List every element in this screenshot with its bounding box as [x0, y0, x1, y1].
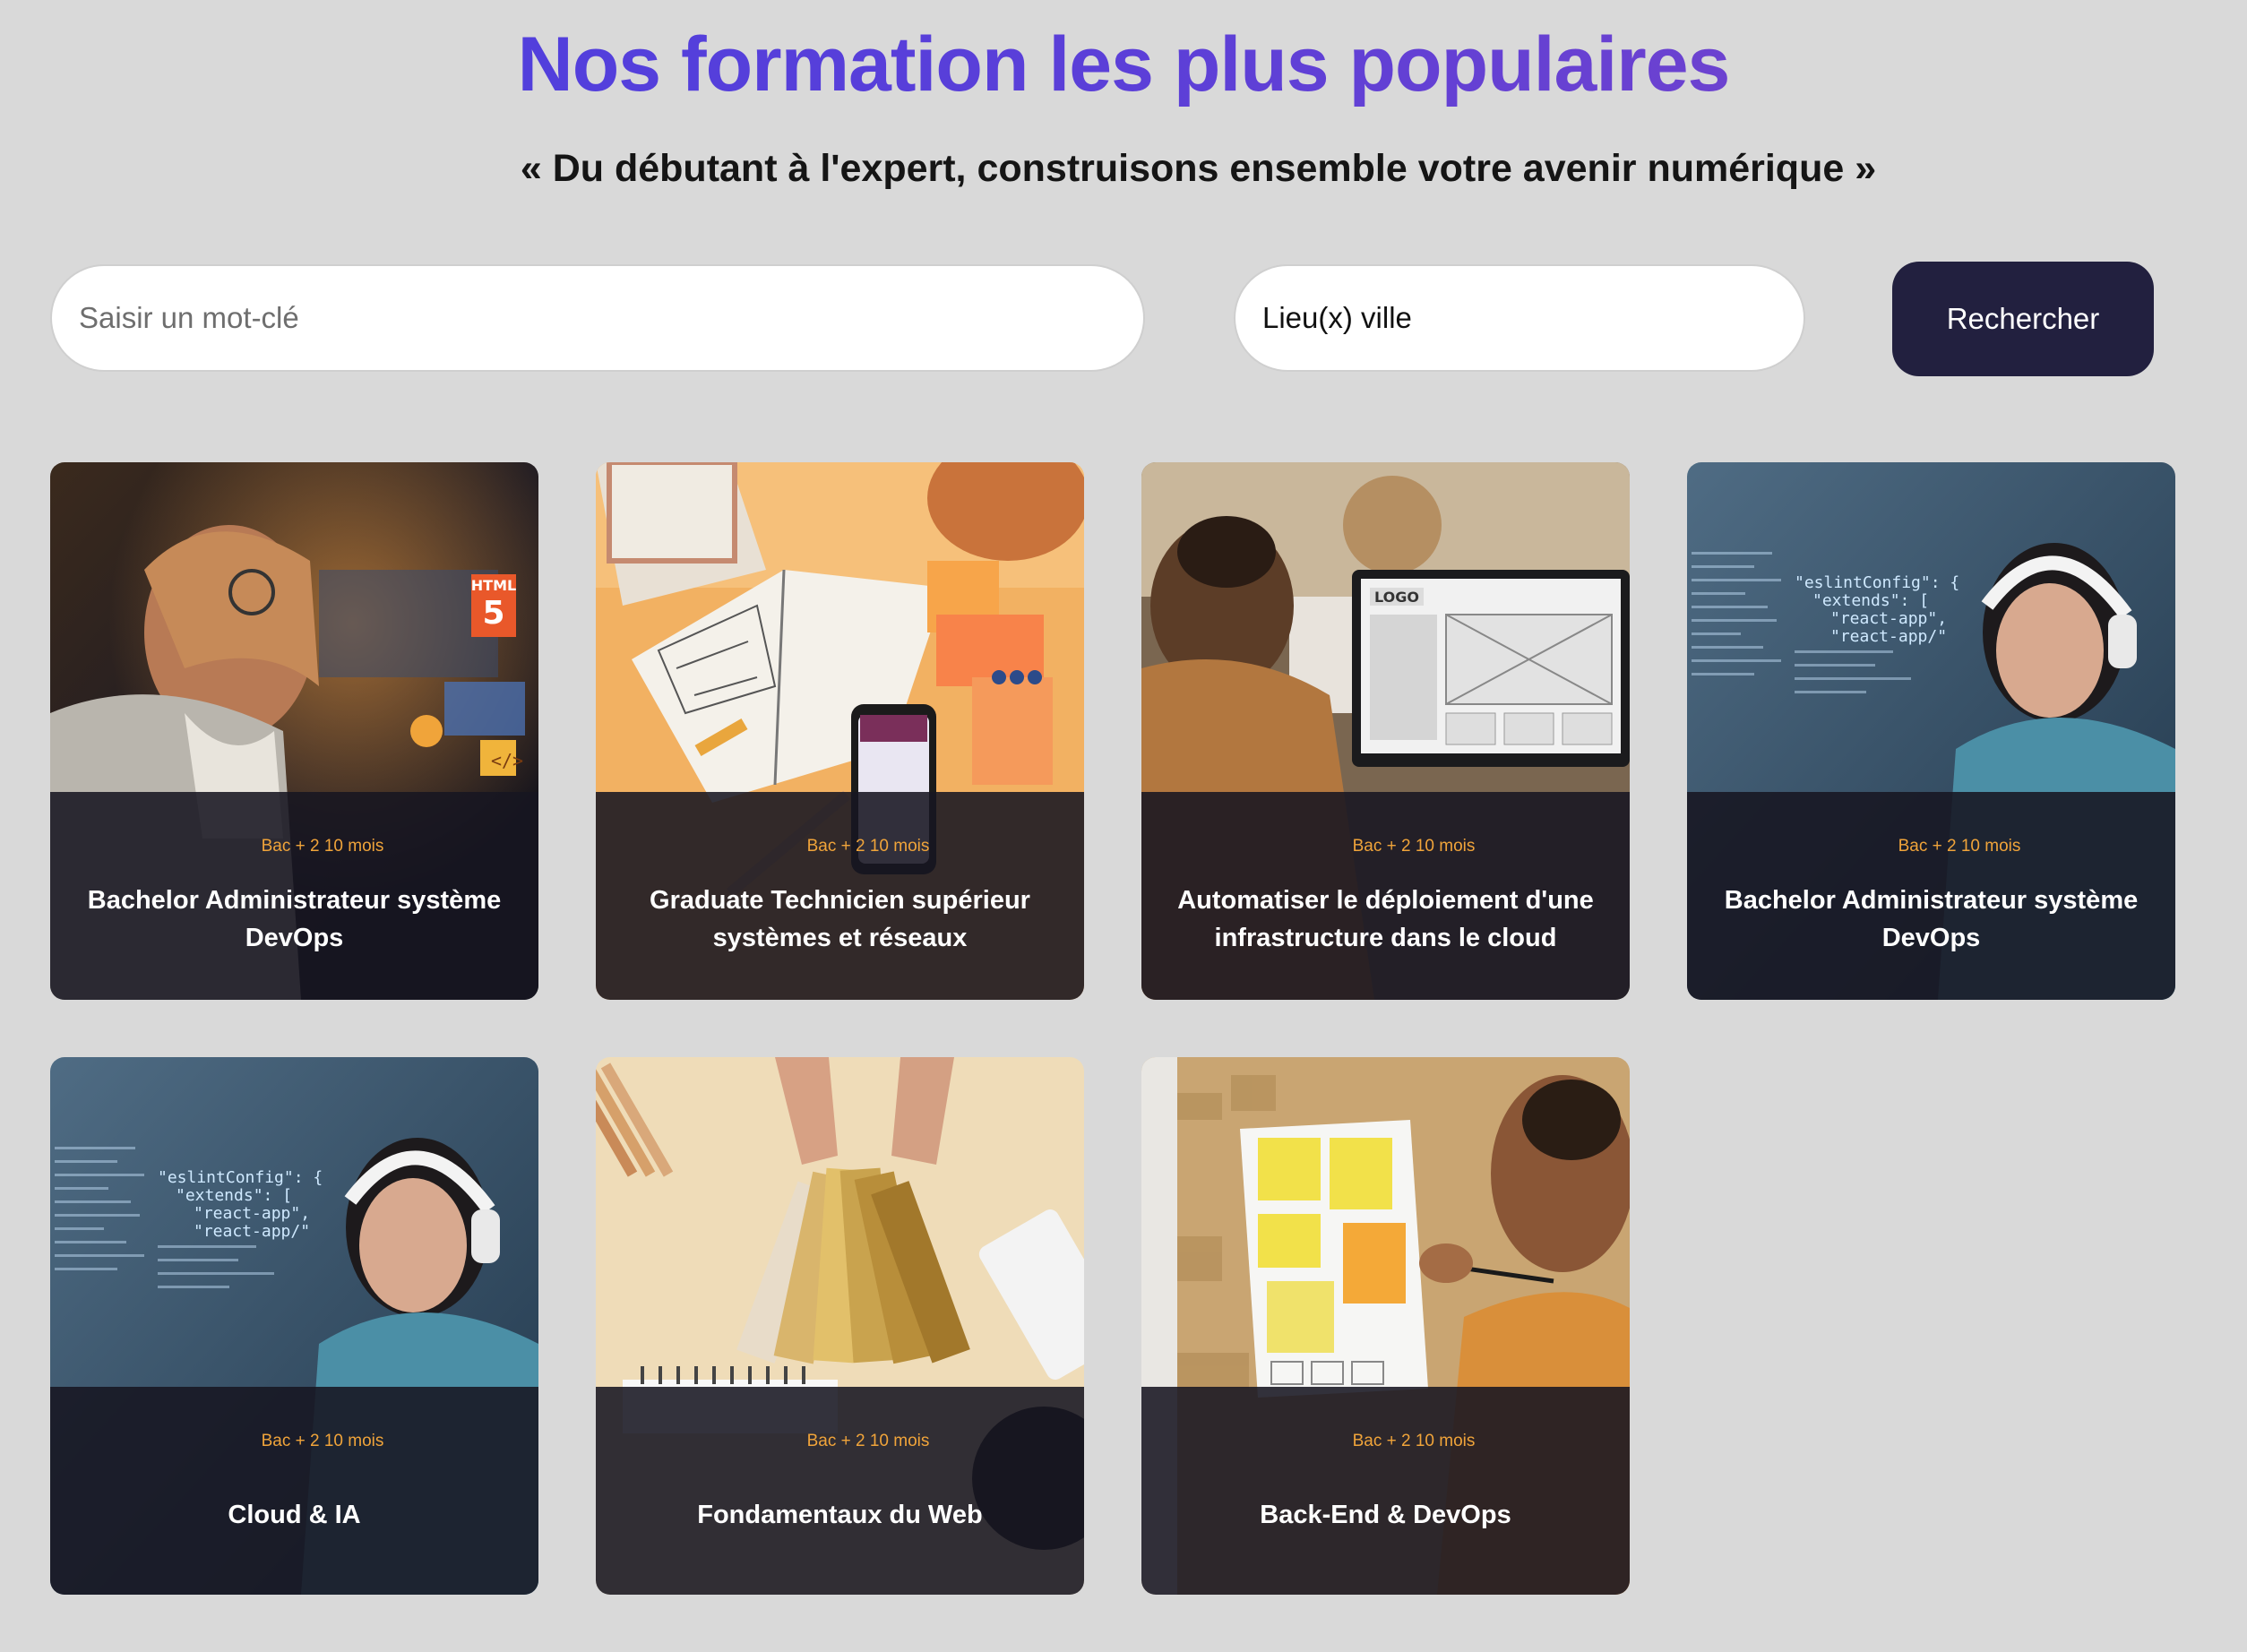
- course-card[interactable]: "eslintConfig": { "extends": [ "react-ap…: [50, 1057, 538, 1595]
- course-card[interactable]: HTML 5 </> Bac + 2 10 mois Bachelor Admi…: [50, 462, 538, 1000]
- course-meta: Bac + 2 10 mois: [1352, 1432, 1476, 1450]
- course-card[interactable]: Bac + 2 10 mois Graduate Technicien supé…: [596, 462, 1084, 1000]
- city-search-input[interactable]: [1234, 264, 1805, 372]
- course-title: Bachelor Administrateur système DevOps: [87, 886, 502, 952]
- course-meta: Bac + 2 10 mois: [806, 1432, 930, 1450]
- course-card[interactable]: "eslintConfig": { "extends": [ "react-ap…: [1687, 462, 2175, 1000]
- course-meta: Bac + 2 10 mois: [261, 1432, 384, 1450]
- html5-number-text: 5: [482, 595, 504, 632]
- course-card[interactable]: Bac + 2 10 mois Fondamentaux du Web: [596, 1057, 1084, 1595]
- course-meta: Bac + 2 10 mois: [261, 837, 384, 856]
- card-overlay: [596, 1387, 1084, 1595]
- course-title: Fondamentaux du Web: [697, 1501, 983, 1529]
- course-meta: Bac + 2 10 mois: [806, 837, 930, 856]
- card-overlay: [1141, 1387, 1630, 1595]
- page-subtitle: « Du débutant à l'expert, construisons e…: [520, 147, 1877, 190]
- course-card[interactable]: LOGO Bac + 2 10 mois Automatiser le dépl…: [1141, 462, 1630, 1000]
- course-title: Automatiser le déploiement d'une infrast…: [1177, 886, 1594, 952]
- page-title: Nos formation les plus populaires: [0, 20, 2247, 109]
- code-tag-text: </>: [491, 750, 523, 771]
- course-card[interactable]: Bac + 2 10 mois Back-End & DevOps: [1141, 1057, 1630, 1595]
- html5-badge-text: HTML: [471, 577, 516, 594]
- course-meta: Bac + 2 10 mois: [1352, 837, 1476, 856]
- course-title: Cloud & IA: [228, 1501, 361, 1529]
- keyword-search-input[interactable]: [50, 264, 1145, 372]
- search-button[interactable]: Rechercher: [1892, 262, 2154, 376]
- course-title: Bachelor Administrateur système DevOps: [1724, 886, 2139, 952]
- course-title: Graduate Technicien supérieur systèmes e…: [650, 886, 1030, 952]
- card-overlay: [50, 1387, 538, 1595]
- monitor-logo-text: LOGO: [1374, 589, 1419, 606]
- course-meta: Bac + 2 10 mois: [1898, 837, 2021, 856]
- course-title: Back-End & DevOps: [1260, 1501, 1511, 1529]
